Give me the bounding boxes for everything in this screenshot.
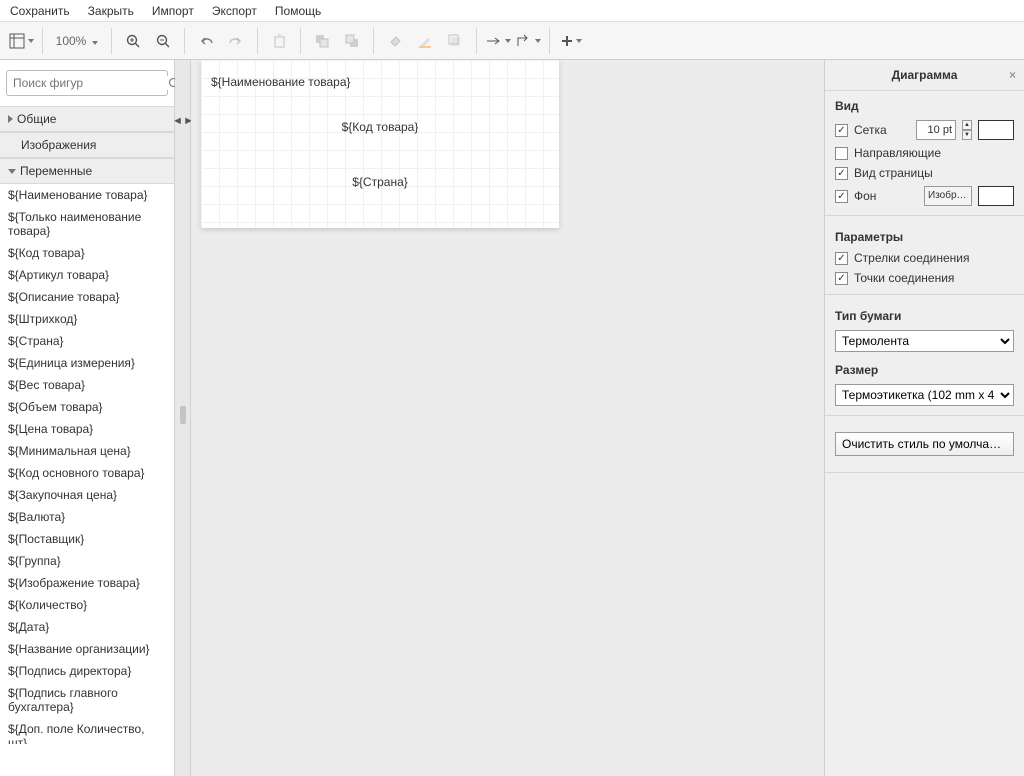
delete-button[interactable] [264,26,294,56]
variable-item[interactable]: ${Подпись главного бухгалтера} [0,682,174,718]
page-view-checkbox[interactable] [835,167,848,180]
grid-checkbox[interactable] [835,124,848,137]
variable-item[interactable]: ${Только наименование товара} [0,206,174,242]
menu-close[interactable]: Закрыть [88,4,134,18]
grid-label: Сетка [854,123,910,137]
section-params-label: Параметры [825,222,1024,248]
fill-color-button[interactable] [380,26,410,56]
variable-item[interactable]: ${Группа} [0,550,174,572]
variable-list: ${Наименование товара}${Только наименова… [0,184,174,744]
variable-item[interactable]: ${Валюта} [0,506,174,528]
connection-button[interactable] [483,26,513,56]
conn-points-label: Точки соединения [854,271,954,285]
line-color-button[interactable] [410,26,440,56]
waypoint-button[interactable] [513,26,543,56]
variable-item[interactable]: ${Страна} [0,330,174,352]
menu-help[interactable]: Помощь [275,4,321,18]
paper-type-label: Тип бумаги [825,301,1024,327]
variable-item[interactable]: ${Название организации} [0,638,174,660]
to-front-button[interactable] [307,26,337,56]
guides-label: Направляющие [854,146,941,160]
menu-export[interactable]: Экспорт [212,4,257,18]
shadow-button[interactable] [440,26,470,56]
variable-item[interactable]: ${Штрихкод} [0,308,174,330]
to-back-button[interactable] [337,26,367,56]
zoom-level[interactable]: 100% [49,34,105,48]
variable-item[interactable]: ${Вес товара} [0,374,174,396]
canvas-element-country[interactable]: ${Страна} [201,175,559,189]
panel-title: Диаграмма × [825,60,1024,91]
size-label: Размер [825,355,1024,381]
background-checkbox[interactable] [835,190,848,203]
insert-button[interactable] [556,26,586,56]
paper-type-select[interactable]: Термолента [835,330,1014,352]
variable-item[interactable]: ${Закупочная цена} [0,484,174,506]
variable-item[interactable]: ${Артикул товара} [0,264,174,286]
variable-item[interactable]: ${Цена товара} [0,418,174,440]
view-mode-button[interactable] [6,26,36,56]
size-select[interactable]: Термоэтикетка (102 mm x 47 [835,384,1014,406]
variable-item[interactable]: ${Дата} [0,616,174,638]
variable-item[interactable]: ${Минимальная цена} [0,440,174,462]
variable-item[interactable]: ${Подпись директора} [0,660,174,682]
variable-item[interactable]: ${Количество} [0,594,174,616]
redo-button[interactable] [221,26,251,56]
palette-group-general[interactable]: Общие [0,106,174,132]
left-splitter[interactable]: ◄► [175,60,191,776]
palette-group-images[interactable]: Изображения [0,132,174,158]
variable-item[interactable]: ${Описание товара} [0,286,174,308]
variable-item[interactable]: ${Код основного товара} [0,462,174,484]
background-label: Фон [854,189,918,203]
undo-button[interactable] [191,26,221,56]
variable-item[interactable]: ${Единица измерения} [0,352,174,374]
toolbar: 100% [0,22,1024,60]
menu-save[interactable]: Сохранить [10,4,70,18]
variable-item[interactable]: ${Поставщик} [0,528,174,550]
search-input[interactable] [13,76,168,90]
variable-item[interactable]: ${Объем товара} [0,396,174,418]
search-box[interactable] [6,70,168,96]
canvas-element-code[interactable]: ${Код товара} [201,120,559,134]
canvas[interactable]: ${Наименование товара} ${Код товара} ${С… [191,60,824,776]
zoom-in-button[interactable] [118,26,148,56]
zoom-out-button[interactable] [148,26,178,56]
variable-item[interactable]: ${Доп. поле Количество, шт} [0,718,174,744]
palette-group-variables[interactable]: Переменные [0,158,174,184]
page-view-label: Вид страницы [854,166,933,180]
menubar: Сохранить Закрыть Импорт Экспорт Помощь [0,0,1024,22]
canvas-element-name[interactable]: ${Наименование товара} [211,75,391,89]
guides-checkbox[interactable] [835,147,848,160]
menu-import[interactable]: Импорт [152,4,194,18]
grid-color-swatch[interactable] [978,120,1014,140]
variable-item[interactable]: ${Код товара} [0,242,174,264]
sidebar-right: Диаграмма × Вид Сетка 10 pt ▲▼ Направляю… [824,60,1024,776]
background-color-swatch[interactable] [978,186,1014,206]
variable-item[interactable]: ${Изображение товара} [0,572,174,594]
grid-size-stepper[interactable]: ▲▼ [962,120,972,140]
variable-item[interactable]: ${Наименование товара} [0,184,174,206]
grid-size-input[interactable]: 10 pt [916,120,956,140]
conn-arrows-label: Стрелки соединения [854,251,969,265]
background-image-button[interactable]: Изобр… [924,186,972,206]
conn-arrows-checkbox[interactable] [835,252,848,265]
clear-style-button[interactable]: Очистить стиль по умолчан… [835,432,1014,456]
conn-points-checkbox[interactable] [835,272,848,285]
splitter-knob-icon [180,406,186,424]
sidebar-left: Общие Изображения Переменные ${Наименова… [0,60,175,776]
section-view-label: Вид [825,91,1024,117]
page[interactable]: ${Наименование товара} ${Код товара} ${С… [201,60,559,228]
close-icon[interactable]: × [1009,68,1016,82]
